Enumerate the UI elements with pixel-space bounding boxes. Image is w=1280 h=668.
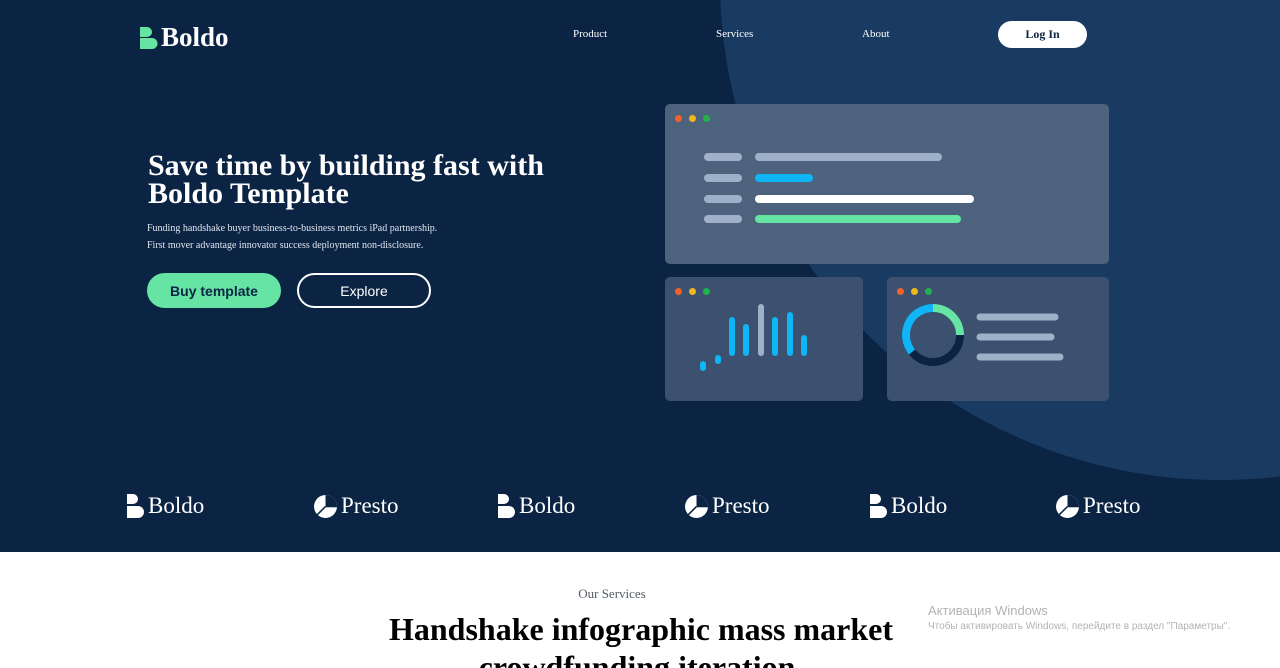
donut-green-segment (932, 304, 964, 336)
donut-illustration (902, 304, 1064, 366)
partner-name: Presto (712, 493, 770, 518)
partner-logos: Boldo Presto Boldo Presto Boldo Presto (0, 488, 1280, 524)
yellow-dot (689, 115, 696, 122)
list-bullet-3 (704, 195, 742, 203)
partner-logo: Presto (313, 488, 399, 524)
partner-name: Presto (1083, 493, 1141, 518)
bar-illustration (700, 304, 807, 371)
hero-section: Boldo Product Services About Log In Save… (0, 0, 1280, 552)
presto-logo-icon (314, 494, 337, 518)
partner-name: Boldo (519, 493, 576, 518)
brand-logo[interactable]: Boldo (140, 22, 229, 53)
hero-subtitle-line-2: First mover advantage innovator success … (147, 240, 424, 251)
boldo-logo-icon (498, 494, 515, 518)
presto-logo-icon (1056, 494, 1079, 518)
partner-logo: Presto (684, 488, 770, 524)
partner-logo: Boldo (498, 488, 575, 524)
list-bullet-2 (704, 174, 742, 182)
windows-activation-title: Активация Windows (928, 603, 1048, 618)
partner-name: Boldo (148, 493, 205, 518)
green-dot (703, 115, 710, 122)
illustration-list-card (665, 104, 1109, 264)
red-dot (675, 115, 682, 122)
donut-blue-segment (902, 304, 934, 355)
login-button[interactable]: Log In (998, 21, 1087, 48)
hero-subtitle: Funding handshake buyer business-to-busi… (147, 220, 507, 254)
partner-logo: Boldo (127, 488, 204, 524)
explore-button[interactable]: Explore (297, 273, 431, 308)
services-title: Handshake infographic mass market crowdf… (388, 611, 894, 668)
nav-about[interactable]: About (862, 28, 890, 40)
illustration-donut-card (887, 277, 1109, 401)
nav-services[interactable]: Services (716, 28, 753, 40)
hero-title: Save time by building fast with Boldo Te… (148, 149, 544, 210)
nav-product[interactable]: Product (573, 28, 607, 40)
list-line-4 (755, 215, 961, 223)
partner-name: Boldo (891, 493, 948, 518)
boldo-logo-icon (140, 26, 158, 49)
illustration-bar-card (665, 277, 863, 401)
list-line-1 (755, 153, 942, 161)
list-line-3 (755, 195, 974, 203)
presto-logo-icon (685, 494, 708, 518)
logo-text: Boldo (161, 22, 229, 52)
boldo-logo-icon (127, 494, 144, 518)
boldo-logo-icon (870, 494, 887, 518)
partner-logo: Presto (1055, 488, 1141, 524)
window-dots (675, 115, 710, 122)
partner-name: Presto (341, 493, 399, 518)
services-eyebrow: Our Services (578, 586, 646, 601)
list-line-2 (755, 174, 813, 182)
windows-activation-subtitle: Чтобы активировать Windows, перейдите в … (928, 621, 1231, 632)
partner-logo: Boldo (870, 488, 947, 524)
buy-template-button[interactable]: Buy template (147, 273, 281, 308)
list-bullet-1 (704, 153, 742, 161)
hero-subtitle-line-1: Funding handshake buyer business-to-busi… (147, 223, 438, 234)
list-bullet-4 (704, 215, 742, 223)
